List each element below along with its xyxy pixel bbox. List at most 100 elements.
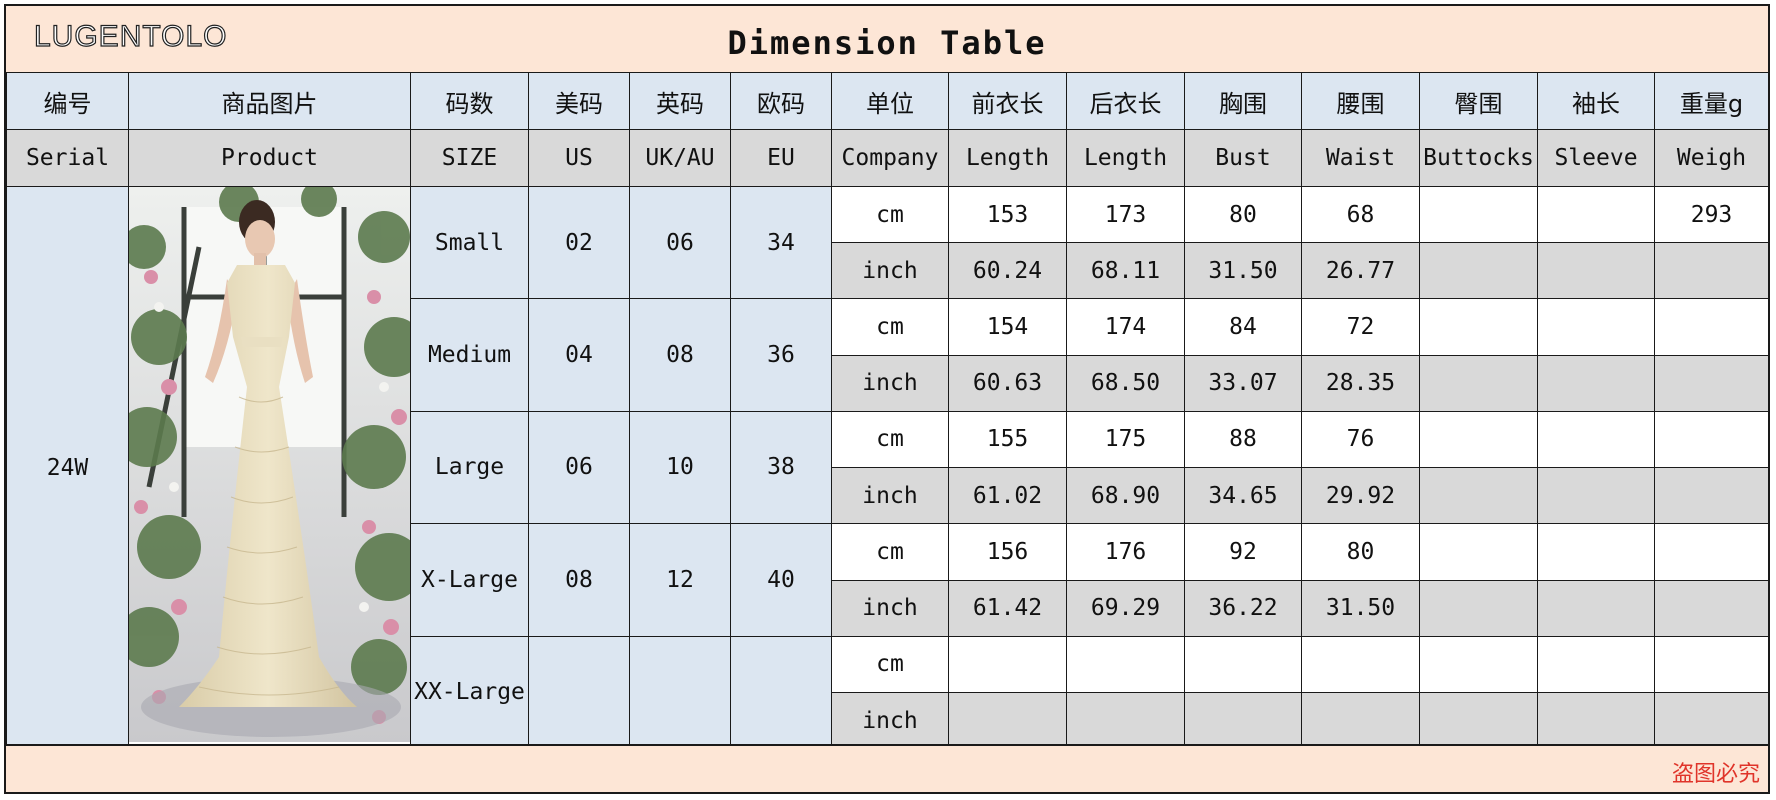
measurement-cell-sleeve: [1537, 635, 1655, 693]
eu-size: 34: [730, 186, 832, 299]
measurement-cell-weight: [1654, 635, 1769, 693]
measurement-cell-weight: [1654, 354, 1769, 412]
dimension-table-sheet: LUGENTOLO Dimension Table 编号 商品图片 码数 美码 英码 欧码…: [4, 4, 1770, 794]
measurement-cell-sleeve: [1537, 186, 1655, 243]
table-title: Dimension Table: [727, 24, 1047, 62]
header-en-cell: Buttocks: [1419, 129, 1538, 187]
measurement-cell-waist: [1301, 635, 1420, 693]
header-cn-cell: 编号: [6, 72, 129, 130]
dress-photo: [129, 187, 410, 742]
measurement-cell-buttocks: [1419, 635, 1538, 693]
measurement-cell-bust: 84: [1184, 298, 1302, 356]
header-en-cell: UK/AU: [629, 129, 731, 187]
measurement-cell-front: 61.42: [948, 579, 1067, 637]
header-cn-cell: 单位: [831, 72, 949, 130]
measurement-cell-bust: 80: [1184, 186, 1302, 243]
measurement-cell-sleeve: [1537, 298, 1655, 356]
measurement-cell-waist: 31.50: [1301, 579, 1420, 637]
header-en-cell: EU: [730, 129, 832, 187]
measurement-cell-buttocks: [1419, 467, 1538, 524]
measurement-cell-weight: [1654, 410, 1769, 468]
header-en-cell: Bust: [1184, 129, 1302, 187]
measurement-cell-bust: [1184, 692, 1302, 749]
header-en-cell: Serial: [6, 129, 129, 187]
measurement-cell-waist: 26.77: [1301, 242, 1420, 299]
measurement-cell-bust: 31.50: [1184, 242, 1302, 299]
measurement-cell-front: [948, 692, 1067, 749]
measurement-cell-bust: [1184, 635, 1302, 693]
us-size: 06: [528, 410, 630, 524]
measurement-cell-back: [1066, 692, 1185, 749]
unit-cell: cm: [831, 523, 949, 581]
measurement-cell-buttocks: [1419, 523, 1538, 581]
header-cn-cell: 臀围: [1419, 72, 1538, 130]
measurement-cell-bust: 92: [1184, 523, 1302, 581]
measurement-cell-weight: [1654, 298, 1769, 356]
unit-cell: inch: [831, 579, 949, 637]
uk-au-size: 06: [629, 186, 731, 299]
measurement-cell-back: [1066, 635, 1185, 693]
us-size: [528, 635, 630, 749]
copyright-warning: 盗图必究: [1671, 762, 1760, 787]
unit-cell: cm: [831, 410, 949, 468]
measurement-cell-sleeve: [1537, 467, 1655, 524]
header-en-cell: Length: [948, 129, 1067, 187]
title-bar: LUGENTOLO Dimension Table: [6, 6, 1768, 74]
unit-cell: cm: [831, 186, 949, 243]
header-en-cell: Company: [831, 129, 949, 187]
header-en-cell: US: [528, 129, 630, 187]
header-cn-cell: 袖长: [1537, 72, 1655, 130]
uk-au-size: 10: [629, 410, 731, 524]
measurement-cell-sleeve: [1537, 579, 1655, 637]
header-en-cell: Sleeve: [1537, 129, 1655, 187]
us-size: 04: [528, 298, 630, 412]
header-cn-cell: 腰围: [1301, 72, 1420, 130]
header-cn-cell: 码数: [410, 72, 529, 130]
measurement-cell-sleeve: [1537, 692, 1655, 749]
serial-cell: 24W: [6, 186, 129, 749]
header-en-cell: Weigh: [1654, 129, 1769, 187]
measurement-cell-buttocks: [1419, 579, 1538, 637]
measurement-cell-waist: 80: [1301, 523, 1420, 581]
measurement-cell-weight: [1654, 467, 1769, 524]
eu-size: 36: [730, 298, 832, 412]
uk-au-size: 08: [629, 298, 731, 412]
product-photo: [128, 186, 411, 749]
measurement-cell-buttocks: [1419, 410, 1538, 468]
header-cn-cell: 英码: [629, 72, 731, 130]
uk-au-size: 12: [629, 523, 731, 637]
header-cn-cell: 后衣长: [1066, 72, 1185, 130]
unit-cell: inch: [831, 692, 949, 749]
unit-cell: inch: [831, 242, 949, 299]
header-cn-cell: 重量g: [1654, 72, 1769, 130]
measurement-cell-back: 68.90: [1066, 467, 1185, 524]
measurement-cell-front: 60.24: [948, 242, 1067, 299]
measurement-cell-sleeve: [1537, 242, 1655, 299]
unit-cell: inch: [831, 467, 949, 524]
measurement-cell-weight: 293: [1654, 186, 1769, 243]
size-name: XX-Large: [410, 635, 529, 749]
size-name: Large: [410, 410, 529, 524]
measurement-cell-back: 176: [1066, 523, 1185, 581]
unit-cell: cm: [831, 635, 949, 693]
measurement-cell-front: 60.63: [948, 354, 1067, 412]
measurement-cell-sleeve: [1537, 410, 1655, 468]
unit-cell: cm: [831, 298, 949, 356]
uk-au-size: [629, 635, 731, 749]
eu-size: 38: [730, 410, 832, 524]
measurement-cell-waist: 29.92: [1301, 467, 1420, 524]
measurement-cell-buttocks: [1419, 186, 1538, 243]
measurement-cell-front: 61.02: [948, 467, 1067, 524]
footer-bar: 盗图必究: [6, 744, 1768, 792]
measurement-cell-buttocks: [1419, 692, 1538, 749]
measurement-cell-back: 174: [1066, 298, 1185, 356]
size-name: Medium: [410, 298, 529, 412]
measurement-cell-bust: 34.65: [1184, 467, 1302, 524]
measurement-cell-bust: 88: [1184, 410, 1302, 468]
measurement-cell-back: 69.29: [1066, 579, 1185, 637]
us-size: 02: [528, 186, 630, 299]
measurement-cell-buttocks: [1419, 298, 1538, 356]
measurement-cell-back: 175: [1066, 410, 1185, 468]
measurement-cell-waist: 28.35: [1301, 354, 1420, 412]
measurement-cell-front: 153: [948, 186, 1067, 243]
